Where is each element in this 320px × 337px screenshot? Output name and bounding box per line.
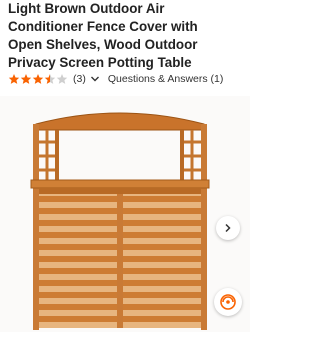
360-view-icon (220, 294, 236, 310)
star-icon (8, 74, 20, 84)
product-title-line: Open Shelves, Wood Outdoor (8, 37, 198, 52)
next-image-button[interactable] (216, 216, 240, 240)
star-icon (20, 74, 32, 84)
product-image-gallery[interactable] (0, 96, 250, 332)
product-title-line: Privacy Screen Potting Table (8, 55, 192, 70)
star-half-icon (44, 74, 56, 84)
review-count[interactable]: (3) (73, 73, 86, 85)
rating-row[interactable]: (3) Questions & Answers (1) (8, 71, 223, 87)
product-image (30, 112, 210, 330)
star-empty-icon (56, 74, 68, 84)
product-title-line: Conditioner Fence Cover with (8, 19, 198, 34)
product-title: Light Brown Outdoor Air Conditioner Fenc… (8, 0, 244, 72)
360-view-button[interactable] (214, 288, 242, 316)
star-icon (32, 74, 44, 84)
star-rating[interactable] (8, 73, 68, 85)
chevron-down-icon[interactable] (90, 74, 100, 84)
product-title-line: Light Brown Outdoor Air (8, 1, 165, 16)
chevron-right-icon (225, 223, 231, 233)
questions-answers-link[interactable]: Questions & Answers (1) (108, 73, 224, 85)
